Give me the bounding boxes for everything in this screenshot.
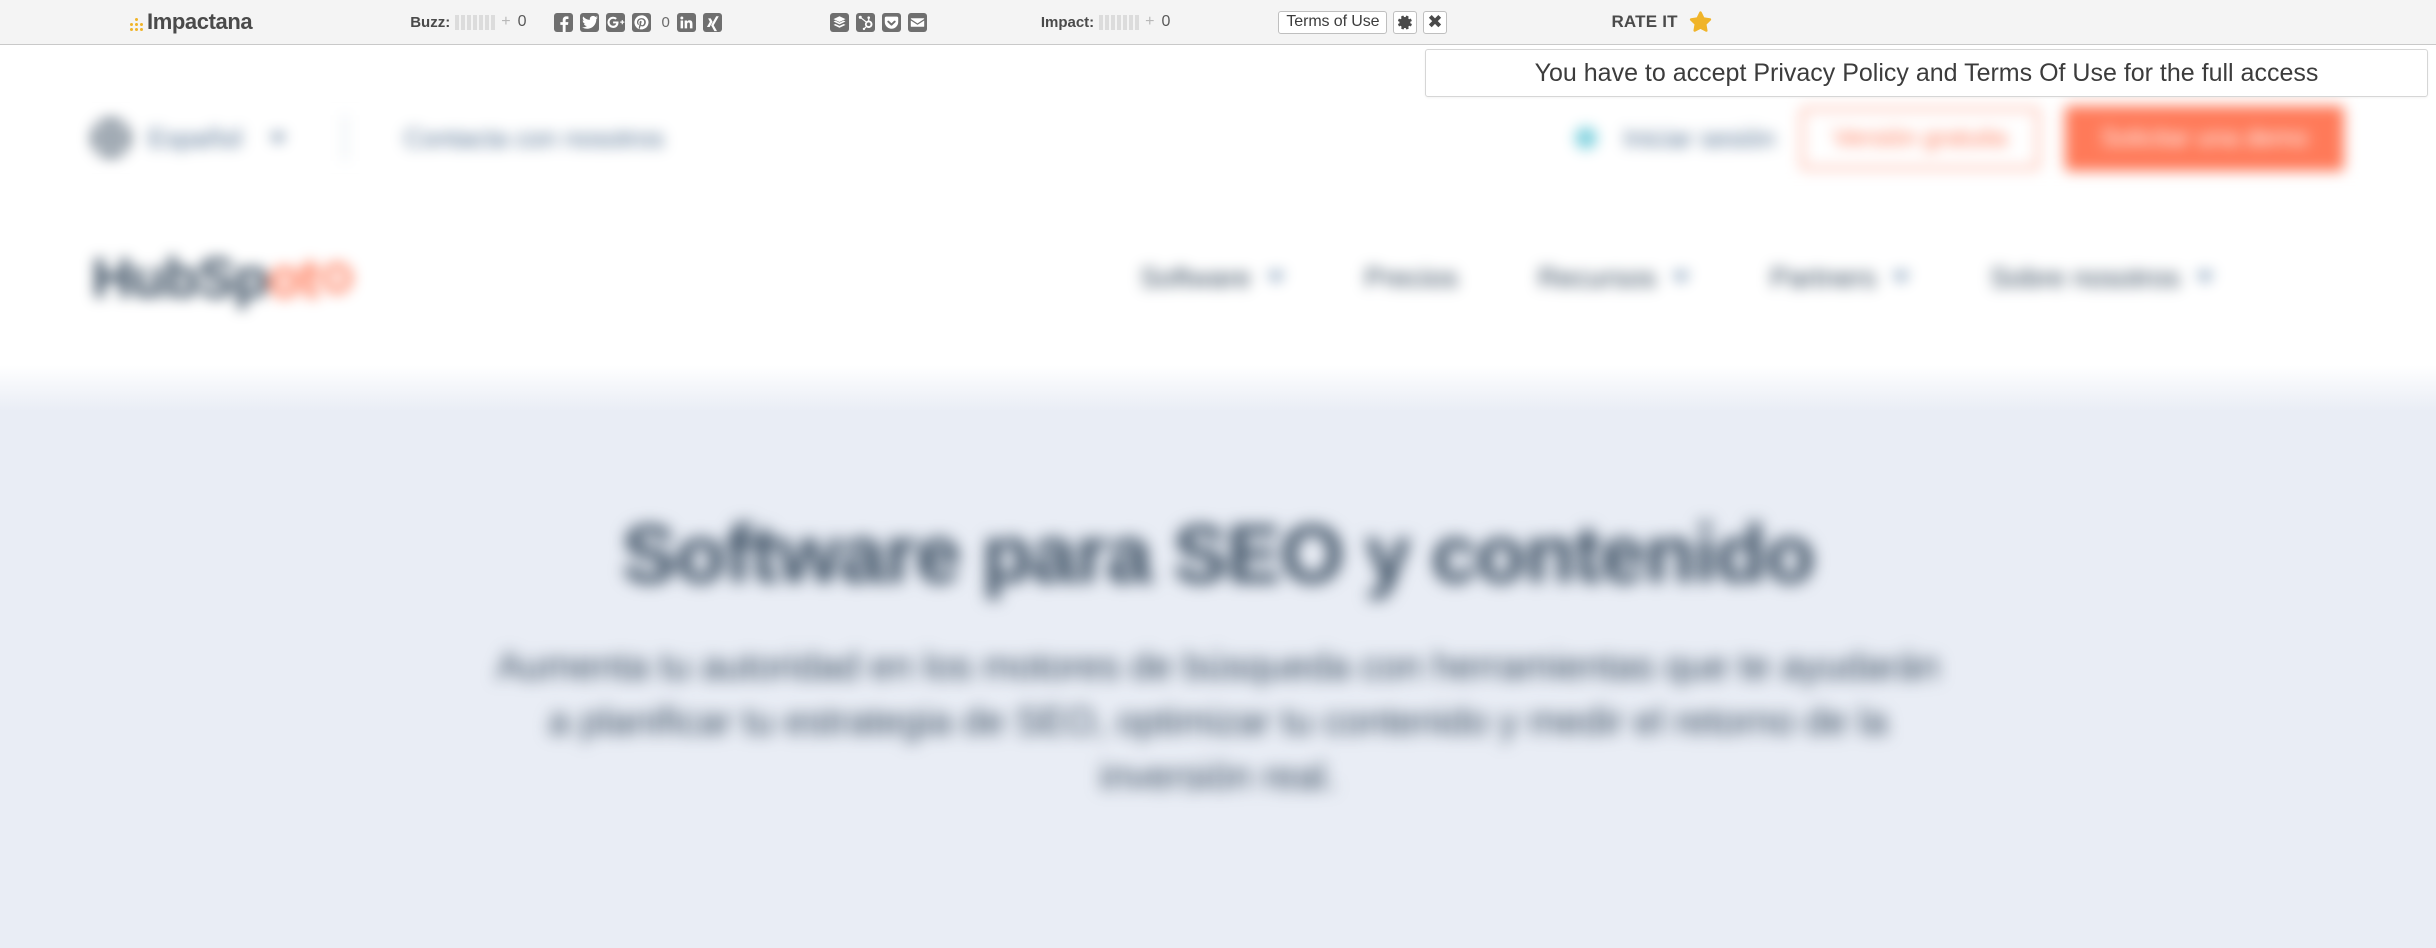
twitter-icon[interactable] [580,12,600,32]
chevron-down-icon [1892,272,1911,283]
nav-item-partners[interactable]: Partners [1770,261,1911,294]
chevron-down-icon [1266,272,1285,283]
language-selector-label[interactable]: Español [148,123,242,154]
impact-value: 0 [1161,13,1171,30]
buzz-plus-sign: + [501,13,511,30]
buzz-metric: Buzz: + 0 [410,13,526,31]
xing-icon[interactable] [702,12,722,32]
pinterest-icon[interactable] [632,12,652,32]
rate-it-label: RATE IT [1611,12,1678,31]
nav-item-recursos[interactable]: Recursos [1538,261,1691,294]
impact-metric: Impact: + 0 [1041,13,1171,31]
gear-icon [1397,15,1412,29]
close-button[interactable] [1423,10,1448,34]
nav-label: Precios [1364,261,1459,293]
hero-title: Software para SEO y contenido [621,509,1815,600]
nav-label: Recursos [1538,261,1657,293]
logo-text-dark: HubSp [92,246,268,309]
impactana-logo[interactable]: Impactana [130,9,253,35]
nav-item-precios[interactable]: Precios [1365,262,1458,294]
share-icons-group: 0 [554,12,722,32]
settings-button[interactable] [1393,10,1418,34]
nav-label: Partners [1770,261,1877,293]
toolbar-controls: Terms of Use [1278,10,1448,34]
contact-link[interactable]: Contacta con nosotros [404,123,664,154]
chevron-down-icon [2196,272,2214,283]
impactana-brand-name: Impactana [147,9,253,34]
hero-subtitle: Aumenta tu autoridad en los motores de b… [496,646,1940,799]
nav-item-sobre-nosotros[interactable]: Sobre nosotros [1990,262,2214,294]
star-icon[interactable] [1688,10,1713,34]
site-main-nav: HubSp ot Software Precios Recursos Partne… [0,190,2436,365]
chevron-down-icon [269,133,286,143]
nav-label: Sobre nosotros [1990,261,2180,293]
linkedin-icon[interactable] [676,12,696,32]
buzz-sparkline [455,14,496,30]
free-version-button[interactable]: Versión gratuita [1801,107,2039,169]
search-icon[interactable] [1575,127,1598,149]
chevron-down-icon [1672,272,1691,283]
nav-item-software[interactable]: Software [1140,262,1285,294]
impactana-toolbar: Impactana Buzz: + 0 0 Impact: + 0 Terms … [0,0,2436,45]
nav-label: Software [1140,261,1251,293]
content-icons-group [829,12,927,32]
impactana-dots-icon [130,18,143,31]
facebook-icon[interactable] [554,12,574,32]
impact-sparkline [1099,14,1140,30]
globe-icon [92,119,130,157]
impact-label: Impact: [1040,13,1095,31]
hero-section: Software para SEO y contenido Aumenta tu… [0,365,2436,948]
close-icon [1429,15,1442,28]
utility-bar-right: Iniciar sesión Versión gratuita Solicita… [1575,105,2344,171]
pinterest-count: 0 [661,13,670,31]
pocket-icon[interactable] [881,12,901,32]
impact-plus-sign: + [1145,13,1155,30]
terms-of-use-button[interactable]: Terms of Use [1278,10,1388,34]
rate-it-group[interactable]: RATE IT [1611,10,1712,34]
logo-text-orange: ot [267,246,319,309]
nav-items: Software Precios Recursos Partners Sobre… [1140,262,2214,294]
hubspot-logo[interactable]: HubSp ot [92,245,353,310]
privacy-policy-banner[interactable]: You have to accept Privacy Policy and Te… [1425,49,2428,97]
buzz-label: Buzz: [410,13,451,31]
privacy-banner-message: You have to accept Privacy Policy and Te… [1534,58,2319,87]
sprocket-icon [322,263,353,293]
buffer-icon[interactable] [829,12,849,32]
google-plus-icon[interactable] [606,12,626,32]
email-icon[interactable] [907,12,927,32]
underlying-webpage: Español Contacta con nosotros Iniciar se… [0,0,2436,948]
site-utility-bar: Español Contacta con nosotros Iniciar se… [0,86,2436,190]
hero-content: Software para SEO y contenido Aumenta tu… [0,365,2436,805]
buzz-value: 0 [517,13,527,30]
utility-divider [343,115,346,161]
utility-bar-left: Español Contacta con nosotros [92,115,664,161]
request-demo-button[interactable]: Solicitar una demo [2064,105,2344,171]
hubspot-icon[interactable] [855,12,875,32]
login-link[interactable]: Iniciar sesión [1623,123,1775,154]
